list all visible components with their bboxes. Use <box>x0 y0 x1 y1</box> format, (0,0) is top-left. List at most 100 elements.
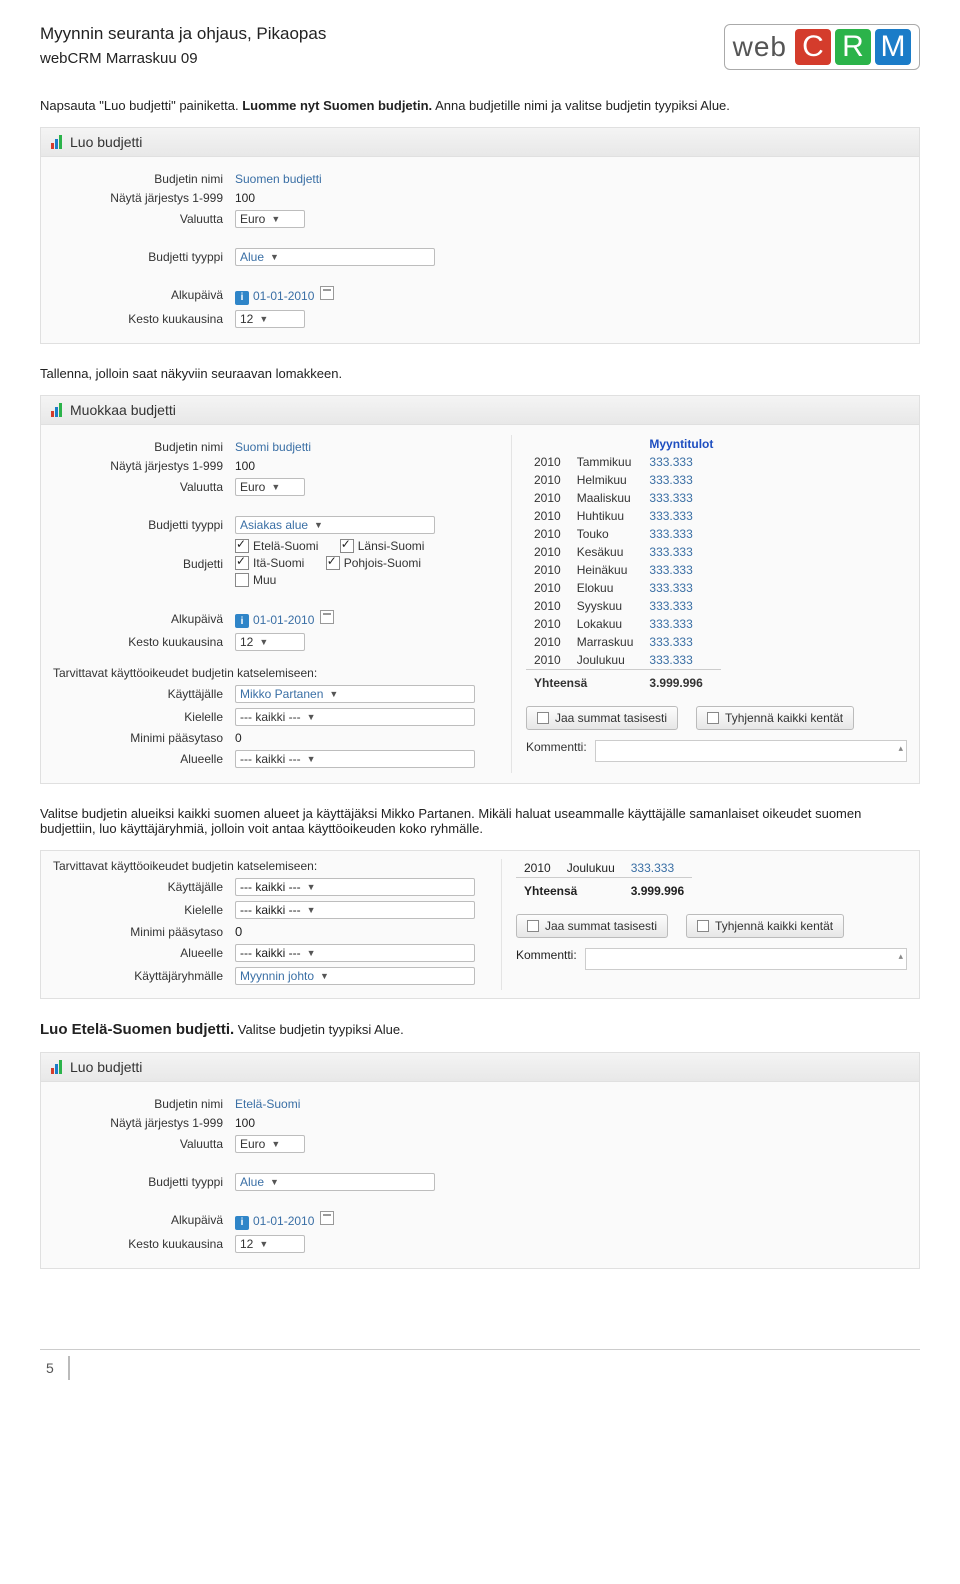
p2-min-label: Minimi pääsytaso <box>53 731 235 745</box>
logo-r-box: R <box>835 29 871 65</box>
p2-perm-note: Tarvittavat käyttöoikeudet budjetin kats… <box>53 666 493 680</box>
chevron-down-icon: ▼ <box>271 1139 280 1149</box>
snip-area-select[interactable]: --- kaikki ---▼ <box>235 944 475 962</box>
table-row: 2010Heinäkuu333.333 <box>526 561 721 579</box>
snip-comment-label: Kommentti: <box>516 948 577 962</box>
p1-type-label: Budjetti tyyppi <box>53 250 235 264</box>
permissions-snippet: Tarvittavat käyttöoikeudet budjetin kats… <box>40 850 920 999</box>
p1-months-select[interactable]: 12▼ <box>235 310 305 328</box>
cb-lansi[interactable]: Länsi-Suomi <box>340 539 425 553</box>
p1-name-label: Budjetin nimi <box>53 172 235 186</box>
chevron-down-icon: ▼ <box>259 637 268 647</box>
p2-months-select[interactable]: 12▼ <box>235 633 305 651</box>
panel3-title: Luo budjetti <box>70 1059 142 1075</box>
p2-order-input[interactable]: 100 <box>235 459 255 473</box>
snippet-left: Tarvittavat käyttöoikeudet budjetin kats… <box>53 859 483 990</box>
comment-textarea[interactable] <box>595 740 907 762</box>
create-budget-panel-2: Luo budjetti Budjetin nimiEtelä-Suomi Nä… <box>40 1052 920 1269</box>
calendar-icon[interactable] <box>320 610 334 624</box>
cb-ita[interactable]: Itä-Suomi <box>235 556 304 570</box>
chevron-down-icon: ▼ <box>271 214 280 224</box>
page-header: Myynnin seuranta ja ohjaus, Pikaopas web… <box>40 24 920 70</box>
snip-group-label: Käyttäjäryhmälle <box>53 969 235 983</box>
p3-type-label: Budjetti tyyppi <box>53 1175 235 1189</box>
info-icon[interactable]: i <box>235 1216 249 1230</box>
p2-type-select[interactable]: Asiakas alue▼ <box>235 516 435 534</box>
panel3-header: Luo budjetti <box>41 1053 919 1082</box>
checkbox-icon <box>235 556 249 570</box>
p3-months-select[interactable]: 12▼ <box>235 1235 305 1253</box>
p3-type-select[interactable]: Alue▼ <box>235 1173 435 1191</box>
snip-row-value: 333.333 <box>623 859 692 878</box>
p2-curr-select[interactable]: Euro▼ <box>235 478 305 496</box>
chart-icon <box>51 403 62 417</box>
p2-start-label: Alkupäivä <box>53 612 235 626</box>
p2-lang-select[interactable]: --- kaikki ---▼ <box>235 708 475 726</box>
p2-area-select[interactable]: --- kaikki ---▼ <box>235 750 475 768</box>
p1-start-value: i 01-01-2010 <box>235 286 334 305</box>
table-row: 2010Touko333.333 <box>526 525 721 543</box>
p2-order-label: Näytä järjestys 1-999 <box>53 459 235 473</box>
cb-pohjois[interactable]: Pohjois-Suomi <box>326 556 421 570</box>
section3-rest: Valitse budjetin tyypiksi Alue. <box>238 1022 404 1037</box>
snip-split-button[interactable]: Jaa summat tasisesti <box>516 914 668 938</box>
snip-lang-select[interactable]: --- kaikki ---▼ <box>235 901 475 919</box>
split-evenly-button[interactable]: Jaa summat tasisesti <box>526 706 678 730</box>
chevron-down-icon: ▼ <box>307 905 316 915</box>
snip-row-month: Joulukuu <box>559 859 623 878</box>
p1-name-input[interactable]: Suomen budjetti <box>235 172 322 186</box>
p1-order-input[interactable]: 100 <box>235 191 255 205</box>
p1-curr-select[interactable]: Euro▼ <box>235 210 305 228</box>
table-row: 2010Lokakuu333.333 <box>526 615 721 633</box>
snip-min-input[interactable]: 0 <box>235 924 242 939</box>
checkbox-icon <box>340 539 354 553</box>
snip-group-select[interactable]: Myynnin johto▼ <box>235 967 475 985</box>
snip-lang-label: Kielelle <box>53 903 235 917</box>
panel2-right: Myyntitulot 2010Tammikuu333.3332010Helmi… <box>511 435 907 774</box>
info-icon[interactable]: i <box>235 614 249 628</box>
table-row: 2010Elokuu333.333 <box>526 579 721 597</box>
p2-type-label: Budjetti tyyppi <box>53 518 235 532</box>
table-row: 2010Syyskuu333.333 <box>526 597 721 615</box>
clear-all-button[interactable]: Tyhjennä kaikki kentät <box>696 706 854 730</box>
chevron-down-icon: ▼ <box>259 314 268 324</box>
section3-title-row: Luo Etelä-Suomen budjetti. Valitse budje… <box>40 1021 920 1038</box>
p3-start-input[interactable]: 01-01-2010 <box>253 1214 314 1228</box>
text-after-p2: Valitse budjetin alueiksi kaikki suomen … <box>40 806 920 836</box>
calendar-icon[interactable] <box>320 1211 334 1225</box>
info-icon[interactable]: i <box>235 291 249 305</box>
snip-user-select[interactable]: --- kaikki ---▼ <box>235 878 475 896</box>
p2-curr-label: Valuutta <box>53 480 235 494</box>
chevron-down-icon: ▼ <box>314 520 323 530</box>
p1-order-label: Näytä järjestys 1-999 <box>53 191 235 205</box>
chevron-down-icon: ▼ <box>270 1177 279 1187</box>
panel2-left: Budjetin nimiSuomi budjetti Näytä järjes… <box>53 435 493 774</box>
edit-budget-panel: Muokkaa budjetti Budjetin nimiSuomi budj… <box>40 395 920 785</box>
calendar-icon[interactable] <box>320 286 334 300</box>
p3-order-label: Näytä järjestys 1-999 <box>53 1116 235 1130</box>
square-icon <box>527 920 539 932</box>
p1-type-select[interactable]: Alue▼ <box>235 248 435 266</box>
comment-row: Kommentti: <box>526 740 907 762</box>
p3-curr-select[interactable]: Euro▼ <box>235 1135 305 1153</box>
snip-clear-button[interactable]: Tyhjennä kaikki kentät <box>686 914 844 938</box>
snip-comment-textarea[interactable] <box>585 948 907 970</box>
cb-etela[interactable]: Etelä-Suomi <box>235 539 318 553</box>
p1-start-input[interactable]: 01-01-2010 <box>253 289 314 303</box>
p2-name-input[interactable]: Suomi budjetti <box>235 440 311 454</box>
p2-user-select[interactable]: Mikko Partanen▼ <box>235 685 475 703</box>
chevron-down-icon: ▼ <box>307 948 316 958</box>
p3-start-label: Alkupäivä <box>53 1213 235 1227</box>
p2-start-input[interactable]: 01-01-2010 <box>253 613 314 627</box>
p1-months-label: Kesto kuukausina <box>53 312 235 326</box>
chevron-down-icon: ▼ <box>307 712 316 722</box>
p3-curr-label: Valuutta <box>53 1137 235 1151</box>
page-number: 5 <box>40 1356 70 1380</box>
p2-min-input[interactable]: 0 <box>235 731 242 745</box>
chevron-down-icon: ▼ <box>270 252 279 262</box>
p3-months-label: Kesto kuukausina <box>53 1237 235 1251</box>
cb-muu[interactable]: Muu <box>235 573 276 587</box>
p3-name-input[interactable]: Etelä-Suomi <box>235 1097 300 1111</box>
p3-order-input[interactable]: 100 <box>235 1116 255 1130</box>
logo-web-text: web <box>733 31 787 63</box>
